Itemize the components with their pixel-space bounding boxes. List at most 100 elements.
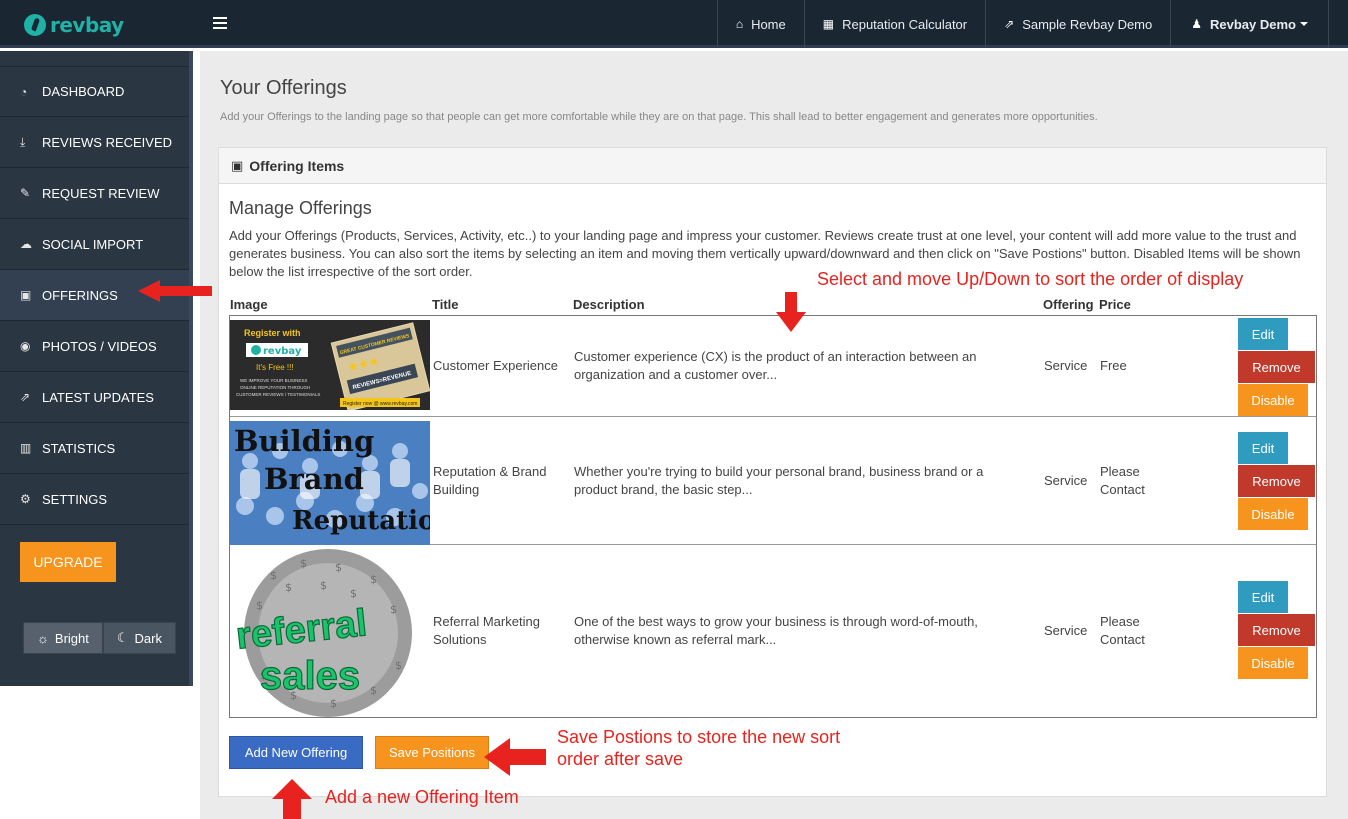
edit-button[interactable]: Edit: [1238, 432, 1288, 464]
brand-logo[interactable]: revbay: [24, 12, 124, 38]
col-image: Image: [230, 297, 268, 312]
nav-reputation-calculator[interactable]: ▦ Reputation Calculator: [803, 0, 985, 48]
thumb-text: CUSTOMER REVIEWS / TESTIMONIALS: [236, 392, 320, 397]
annotation-add-text: Add a new Offering Item: [325, 787, 519, 807]
remove-button[interactable]: Remove: [1238, 465, 1315, 497]
upgrade-button[interactable]: UPGRADE: [20, 542, 116, 582]
page-title: Your Offerings: [220, 77, 347, 99]
edit-button[interactable]: Edit: [1238, 318, 1288, 350]
offering-type: Service: [1044, 358, 1088, 373]
sidebar-item-label: REVIEWS RECEIVED: [42, 134, 173, 150]
save-positions-button[interactable]: Save Positions: [375, 736, 489, 769]
sidebar-item-label: OFFERINGS: [42, 287, 118, 303]
moon-icon: ☾: [116, 630, 129, 645]
section-title: Manage Offerings: [229, 198, 372, 218]
sidebar-item-latest-updates[interactable]: ⇗ LATEST UPDATES: [0, 372, 189, 423]
annotation-sort-text: Select and move Up/Down to sort the orde…: [817, 269, 1244, 289]
offering-price: Please Contact: [1100, 464, 1145, 497]
edit-button[interactable]: Edit: [1238, 581, 1288, 613]
thumb-text: Register with: [244, 328, 301, 338]
logo-icon: [24, 14, 46, 36]
theme-toggle: ☼ Bright ☾ Dark: [23, 622, 176, 654]
menu-toggle-icon[interactable]: [213, 17, 227, 29]
theme-bright-label: Bright: [54, 630, 89, 646]
bar-chart-icon: ▥: [20, 441, 32, 455]
thumb-text: It's Free !!!: [256, 363, 294, 372]
add-new-offering-button[interactable]: Add New Offering: [229, 736, 363, 769]
user-icon: ♟: [1191, 17, 1203, 31]
table-header: Image Title Description Offering Price: [230, 297, 1318, 312]
theme-dark-button[interactable]: ☾ Dark: [102, 622, 176, 654]
thumb-text: Register now @ www.revbay.com: [343, 401, 417, 407]
thumb-text: sales: [260, 654, 360, 698]
brand-name: revbay: [50, 13, 124, 37]
svg-text:$: $: [320, 579, 327, 592]
thumb-brand: revbay: [263, 346, 302, 357]
user-menu[interactable]: ♟ Revbay Demo: [1170, 0, 1329, 48]
disable-button[interactable]: Disable: [1238, 384, 1308, 416]
col-price: Price: [1099, 297, 1131, 312]
table-row[interactable]: $ $ $ $ $ $ $ $ $ $ $ $ $ $ referral sales Referral M…: [230, 545, 1316, 717]
table-row[interactable]: Register with revbay It's Free !!! WE IM…: [230, 316, 1316, 417]
briefcase-icon: ▣: [231, 157, 244, 173]
svg-text:$: $: [330, 697, 337, 710]
sidebar-item-label: REQUEST REVIEW: [42, 185, 160, 201]
thumb-text: Brand: [264, 462, 364, 496]
offering-title: Reputation & Brand Building: [433, 464, 547, 497]
offering-description: Customer experience (CX) is the product …: [574, 349, 977, 382]
gear-icon: ⚙: [20, 492, 31, 506]
nav-sample-demo[interactable]: ⇗ Sample Revbay Demo: [985, 0, 1170, 48]
top-nav: ⌂ Home ▦ Reputation Calculator ⇗ Sample …: [716, 0, 1329, 48]
panel-header-label-items: Items: [307, 157, 345, 174]
thumb-text: Reputation: [292, 506, 430, 536]
page-subtitle: Add your Offerings to the landing page s…: [220, 111, 1098, 123]
panel-header-label: Offering: [249, 157, 304, 174]
nav-home[interactable]: ⌂ Home: [716, 0, 804, 48]
nav-calculator-label: Reputation Calculator: [842, 16, 968, 32]
thumb-text: Building: [234, 424, 374, 458]
offering-thumbnail: $$ $$$ $$$$$$$$$ referral sales: [230, 549, 430, 717]
svg-text:$: $: [350, 587, 357, 600]
sidebar: ◔ DASHBOARD ⤓ REVIEWS RECEIVED ✎ REQUEST…: [0, 51, 193, 686]
offering-title: Customer Experience: [433, 358, 558, 373]
remove-button[interactable]: Remove: [1238, 351, 1315, 383]
home-icon: ⌂: [735, 17, 744, 31]
col-description: Description: [573, 297, 645, 312]
disable-button[interactable]: Disable: [1238, 647, 1308, 679]
offering-type: Service: [1044, 623, 1088, 638]
sidebar-item-settings[interactable]: ⚙ SETTINGS: [0, 474, 189, 525]
table-row[interactable]: Building Brand Reputation Reputation & B…: [230, 417, 1316, 545]
nav-sample-demo-label: Sample Revbay Demo: [1022, 16, 1153, 32]
annotation-arrow-down: [776, 292, 806, 332]
sidebar-item-label: PHOTOS / VIDEOS: [42, 338, 157, 354]
remove-button[interactable]: Remove: [1238, 614, 1315, 646]
sidebar-item-label: SOCIAL IMPORT: [42, 236, 144, 252]
svg-text:$: $: [395, 659, 402, 672]
bottom-actions: Add New Offering Save Positions: [229, 736, 489, 769]
row-actions: Edit Remove Disable: [1238, 432, 1315, 531]
sidebar-item-reviews-received[interactable]: ⤓ REVIEWS RECEIVED: [0, 117, 189, 168]
svg-text:$: $: [300, 557, 307, 570]
offering-description: Whether you're trying to build your pers…: [574, 464, 984, 497]
thumb-text: WE IMPROVE YOUR BUSINESS: [240, 378, 307, 383]
col-offering: Offering: [1043, 297, 1094, 312]
sidebar-item-social-import[interactable]: ☁ SOCIAL IMPORT: [0, 219, 189, 270]
sidebar-item-photos-videos[interactable]: ◉ PHOTOS / VIDEOS: [0, 321, 189, 372]
svg-text:$: $: [370, 684, 377, 697]
external-link-icon: ⇗: [20, 390, 31, 404]
offering-price: Please Contact: [1100, 614, 1145, 647]
caret-down-icon: [1300, 22, 1308, 26]
offering-type: Service: [1044, 473, 1088, 488]
offering-price: Free: [1100, 358, 1127, 373]
sidebar-item-request-review[interactable]: ✎ REQUEST REVIEW: [0, 168, 189, 219]
disable-button[interactable]: Disable: [1238, 498, 1308, 530]
nav-home-label: Home: [751, 16, 786, 32]
dashboard-icon: ◔: [20, 84, 28, 99]
sidebar-item-label: LATEST UPDATES: [42, 389, 154, 405]
sun-icon: ☼: [37, 630, 49, 646]
sidebar-item-dashboard[interactable]: ◔ DASHBOARD: [0, 66, 189, 117]
sidebar-item-statistics[interactable]: ▥ STATISTICS: [0, 423, 189, 474]
svg-text:$: $: [256, 599, 263, 612]
theme-bright-button[interactable]: ☼ Bright: [23, 622, 103, 654]
panel-header: ▣ Offering Items: [219, 148, 1326, 184]
